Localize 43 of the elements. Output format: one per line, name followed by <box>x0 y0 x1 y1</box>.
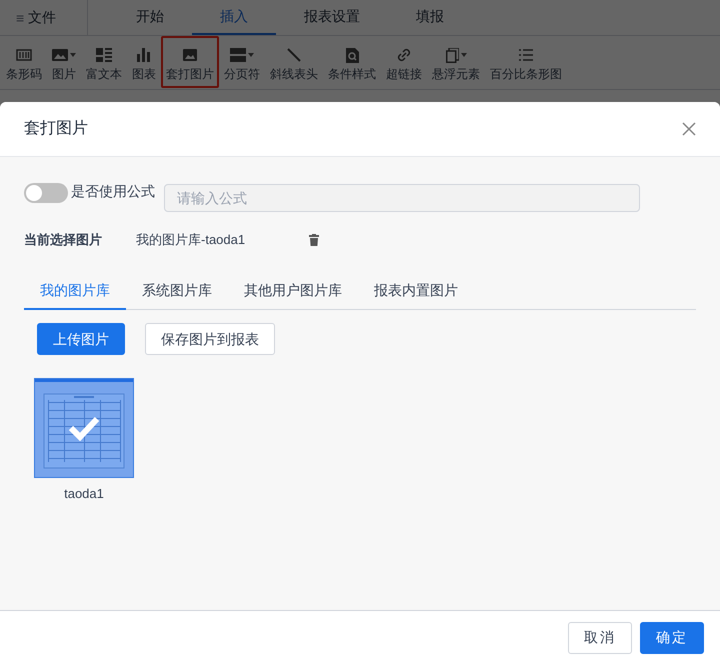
save-button[interactable]: 保存图片到报表 <box>145 323 275 355</box>
formula-switch[interactable] <box>24 183 68 203</box>
toolbar-button[interactable]: 百分比条形图 <box>485 36 567 88</box>
toolbar-button[interactable]: 分页符 <box>219 36 265 88</box>
confirm-button[interactable]: 确定 <box>640 622 704 654</box>
toolbar-icon <box>183 49 197 61</box>
ribbon-tab[interactable]: 填报 <box>388 0 472 35</box>
formula-label: 是否使用公式 <box>71 182 155 200</box>
trash-icon[interactable] <box>309 234 319 246</box>
toolbar-icon <box>397 48 411 62</box>
image-name: taoda1 <box>64 485 104 503</box>
toolbar-button[interactable]: 富文本 <box>81 36 127 88</box>
library-tab[interactable]: 其他用户图片库 <box>228 272 358 310</box>
upload-button[interactable]: 上传图片 <box>37 323 125 355</box>
ribbon-tab[interactable]: 报表设置 <box>276 0 388 35</box>
current-image-label: 当前选择图片 <box>24 231 103 250</box>
current-image-value: 我的图片库-taoda1 <box>136 231 246 250</box>
toolbar-button[interactable]: 超链接 <box>381 36 427 88</box>
toolbar-icon <box>346 48 358 62</box>
toolbar-button[interactable]: 套打图片 <box>161 36 219 88</box>
toolbar-button[interactable]: 图片 <box>47 36 81 88</box>
toolbar-icon <box>287 48 301 62</box>
toolbar-button[interactable]: 斜线表头 <box>265 36 323 88</box>
toolbar-button[interactable]: 条形码 <box>1 36 47 88</box>
dialog-title: 套打图片 <box>24 118 88 139</box>
ribbon-tab[interactable]: 开始 <box>108 0 192 35</box>
toolbar-icon <box>137 48 151 62</box>
toolbar-icon <box>519 49 533 61</box>
file-menu[interactable]: 文件 <box>28 7 56 28</box>
toolbar-icon <box>16 49 32 61</box>
toolbar-button[interactable]: 悬浮元素 <box>427 36 485 88</box>
close-icon[interactable] <box>682 122 696 136</box>
library-tab[interactable]: 报表内置图片 <box>358 272 474 310</box>
toolbar-button[interactable]: 图表 <box>127 36 161 88</box>
toolbar-icon <box>52 49 68 61</box>
toolbar-button[interactable]: 条件样式 <box>323 36 381 88</box>
toolbar-icon <box>230 48 246 62</box>
toolbar-icon <box>446 48 458 62</box>
library-tab[interactable]: 我的图片库 <box>24 272 126 310</box>
cancel-button[interactable]: 取消 <box>568 622 632 654</box>
menu-icon[interactable]: ≡ <box>16 8 24 28</box>
library-tab[interactable]: 系统图片库 <box>126 272 228 310</box>
toolbar-icon <box>96 48 112 62</box>
